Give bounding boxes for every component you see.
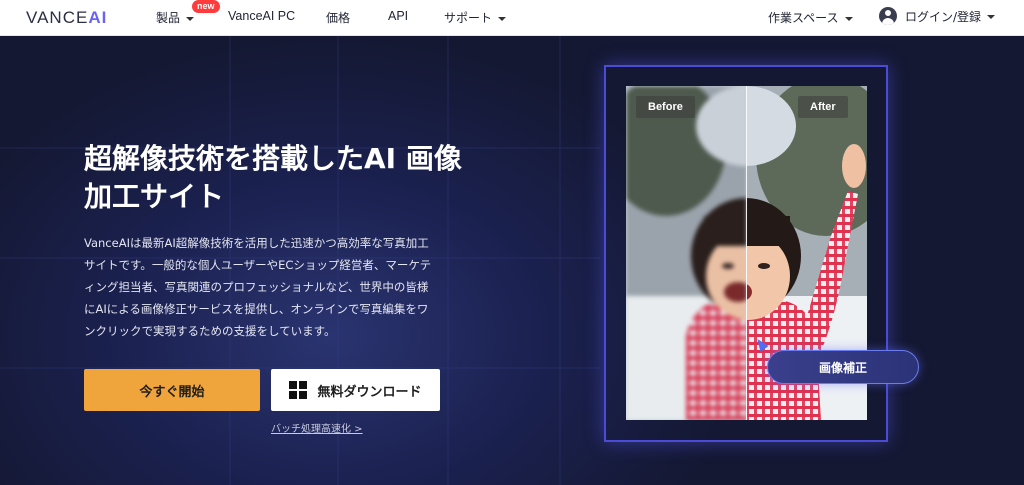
nav-api-label: API	[388, 9, 409, 23]
nav-pricing[interactable]: 価格	[326, 9, 350, 26]
nav-login[interactable]: ログイン/登録	[879, 7, 996, 25]
nav-api[interactable]: API	[388, 9, 408, 23]
comparison-slider-handle[interactable]	[746, 86, 747, 420]
nav-vanceai-pc-label: VanceAI PC	[228, 9, 296, 23]
logo-text: VANCE	[26, 8, 89, 27]
before-image	[626, 86, 747, 420]
hero-description: VanceAIは最新AI超解像技術を活用した迅速かつ高効率な写真加工サイトです。…	[84, 236, 432, 338]
top-navigation: VANCEAI 製品 new VanceAI PC 価格 API サポート 作業…	[0, 0, 1024, 36]
user-avatar-icon	[879, 7, 897, 25]
nav-login-label: ログイン/登録	[905, 9, 982, 24]
nav-support-label: サポート	[444, 11, 493, 25]
hero-title-line2: 加工サイト	[84, 180, 225, 213]
nav-workspace[interactable]: 作業スペース	[768, 9, 853, 26]
hero-title: 超解像技術を搭載したAI 画像 加工サイト	[84, 140, 524, 216]
free-download-label: 無料ダウンロード	[317, 384, 422, 400]
new-badge: new	[192, 0, 220, 13]
after-label: After	[798, 96, 848, 118]
before-label: Before	[636, 96, 695, 118]
nav-support[interactable]: サポート	[444, 9, 507, 26]
start-now-label: 今すぐ開始	[139, 384, 205, 400]
chevron-down-icon	[844, 16, 853, 21]
start-now-button[interactable]: 今すぐ開始	[84, 369, 260, 411]
image-enhance-label: 画像補正	[818, 360, 867, 375]
nav-products-label: 製品	[156, 11, 181, 25]
logo-ai-text: AI	[88, 8, 108, 27]
nav-pricing-label: 価格	[326, 11, 351, 25]
chevron-down-icon	[498, 16, 507, 21]
image-enhance-button[interactable]: 画像補正	[767, 350, 919, 384]
windows-icon	[289, 381, 308, 399]
hero-title-line1: 超解像技術を搭載したAI 画像	[84, 142, 462, 175]
vanceai-logo[interactable]: VANCEAI	[26, 8, 107, 28]
nav-workspace-label: 作業スペース	[768, 11, 839, 25]
batch-processing-link[interactable]: バッチ処理高速化 >	[271, 420, 363, 435]
chevron-down-icon	[987, 15, 996, 19]
nav-vanceai-pc[interactable]: VanceAI PC	[228, 9, 295, 23]
nav-products[interactable]: 製品	[156, 9, 195, 26]
free-download-button[interactable]: 無料ダウンロード	[271, 369, 440, 411]
chevron-down-icon	[186, 16, 195, 21]
